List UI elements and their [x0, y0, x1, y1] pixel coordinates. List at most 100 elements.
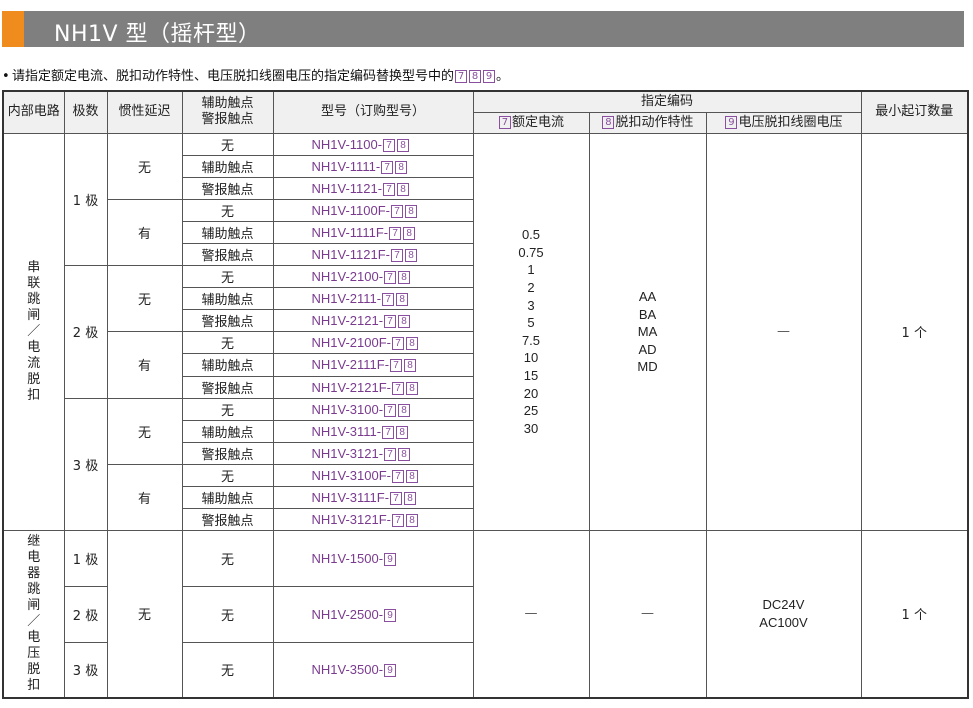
rated-current-value: 7.5	[521, 332, 541, 348]
code-box: 8	[398, 403, 411, 417]
model-number: NH1V-1121F-	[311, 247, 391, 263]
code-box: 9	[384, 608, 397, 622]
code-box: 8	[396, 293, 409, 307]
header-contacts: 辅助触点 警报触点	[181, 90, 274, 134]
contact-cell: 警报触点	[181, 242, 274, 267]
model-number: NH1V-1111F-	[311, 224, 389, 240]
contact-cell: 警报触点	[181, 309, 274, 333]
model-cell: NH1V-2100F- 7 8	[272, 331, 474, 355]
code-box: 8	[397, 182, 410, 196]
header-model: 型号（订购型号）	[272, 90, 474, 134]
rated-current-value: 3	[527, 297, 535, 313]
rated-current-value: 2	[527, 280, 535, 296]
code-box: 9	[483, 70, 496, 83]
trip-value: MD	[637, 359, 658, 375]
code-box: 8	[405, 514, 418, 528]
trip-cell: —	[588, 530, 707, 699]
model-cell: NH1V-1111F- 7 8	[272, 220, 474, 244]
code-box: 8	[397, 138, 410, 152]
model-cell: NH1V-3100F- 7 8	[272, 463, 474, 488]
table-row: 串联跳闸／电流脱扣 1 极无无 NH1V-1100- 7 8 0.5 0.75 1 2 3 5 7.5…	[2, 132, 969, 532]
group-relay-label: 继电器跳闸／电压脱扣	[2, 530, 65, 699]
contact-cell: 辅助触点	[181, 287, 274, 311]
code-box: 8	[469, 70, 482, 83]
model-cell: NH1V-1121F- 7 8	[272, 242, 474, 267]
code-box: 8	[405, 381, 418, 395]
model-cell: NH1V-2100- 7 8	[272, 265, 474, 289]
contact-cell: 辅助触点	[181, 220, 274, 244]
contact-cell: 无	[181, 530, 274, 587]
trip-value: MA	[637, 324, 658, 340]
model-cell: NH1V-1100- 7 8	[272, 132, 474, 156]
code-box: 7	[455, 70, 468, 83]
model-cell: NH1V-3121F- 7 8	[272, 508, 474, 532]
code-box: 7	[390, 492, 403, 506]
code-box: 7	[384, 447, 397, 461]
model-number: NH1V-3111F-	[311, 490, 390, 506]
model-number: NH1V-1121-	[311, 180, 383, 196]
rated-current-value: 0.75	[518, 244, 544, 260]
contact-cell: 辅助触点	[181, 485, 274, 510]
header-min-order: 最小起订数量	[860, 90, 969, 134]
model-number: NH1V-1100F-	[311, 202, 391, 218]
rated-current-cell: —	[472, 530, 590, 699]
code-box: 8	[405, 469, 418, 483]
model-number: NH1V-1500-	[311, 551, 384, 567]
model-cell: NH1V-1111- 7 8	[272, 154, 474, 178]
model-cell: NH1V-2121- 7 8	[272, 309, 474, 333]
code-box: 7	[383, 182, 396, 196]
contact-cell: 无	[181, 397, 274, 421]
header-contacts-line1: 辅助触点	[201, 96, 254, 112]
contact-cell: 警报触点	[181, 176, 274, 200]
header-inertia-delay: 惯性延迟	[106, 90, 183, 134]
model-cell: NH1V-1121- 7 8	[272, 176, 474, 200]
min-order-cell: 1 个	[860, 132, 969, 532]
code-box: 8	[405, 249, 418, 263]
model-number: NH1V-2100-	[311, 269, 384, 285]
instruction-note: • 请指定额定电流、脱扣动作特性、电压脱扣线圈电压的指定编码替换型号中的 7 8 9。	[2, 65, 509, 84]
spec-table: 内部电路 极数 惯性延迟 辅助触点 警报触点 型号（订购型号） 指定编码 最小起订…	[2, 90, 969, 699]
contact-cell: 无	[181, 585, 274, 643]
model-cell: NH1V-2111- 7 8	[272, 287, 474, 311]
bullet-icon: •	[2, 69, 10, 84]
pole-cell: 1 极	[63, 530, 108, 587]
code-box: 7	[391, 381, 404, 395]
pole-cell: 2 极	[63, 265, 108, 399]
contact-cell: 无	[181, 265, 274, 289]
model-cell: NH1V-2111F- 7 8	[272, 353, 474, 377]
pole-cell: 1 极	[63, 132, 108, 267]
model-number: NH1V-2111F-	[311, 357, 390, 373]
contact-cell: 无	[181, 132, 274, 156]
trip-value: AD	[638, 341, 657, 357]
contact-cell: 辅助触点	[181, 419, 274, 443]
code-box: 8	[405, 337, 418, 351]
model-number: NH1V-3111-	[311, 423, 382, 439]
delay-cell: 无	[106, 132, 183, 200]
delay-cell: 有	[106, 331, 183, 399]
code-box: 7	[391, 469, 404, 483]
model-cell: NH1V-1100F- 7 8	[272, 198, 474, 222]
coil-voltage-cell: —	[705, 132, 862, 532]
code-box: 8	[602, 115, 615, 129]
delay-cell: 无	[106, 397, 183, 465]
contact-cell: 无	[181, 331, 274, 355]
group-series-text: 串联跳闸／电流脱扣	[27, 259, 41, 403]
coil-voltage-value: DC24V	[762, 597, 805, 613]
model-number: NH1V-1100-	[311, 136, 383, 152]
model-number: NH1V-3500-	[311, 662, 384, 678]
header-coil-voltage: 9 电压脱扣线圈电压	[705, 111, 862, 134]
model-cell: NH1V-1500- 9	[272, 530, 474, 587]
header-internal-circuit: 内部电路	[2, 90, 65, 134]
table-row: 继电器跳闸／电压脱扣 1 极无无 NH1V-1500- 9— — DC24V AC100V 1…	[2, 530, 969, 699]
model-number: NH1V-1111-	[311, 158, 381, 174]
model-number: NH1V-2121-	[311, 313, 384, 329]
model-number: NH1V-2121F-	[311, 379, 391, 395]
coil-voltage-value: AC100V	[759, 614, 808, 630]
group-series-label: 串联跳闸／电流脱扣	[2, 132, 65, 532]
code-box: 7	[391, 249, 404, 263]
trip-values: AA BA MA AD MD	[588, 132, 707, 532]
model-cell: NH1V-3111- 7 8	[272, 419, 474, 443]
code-box: 7	[382, 293, 395, 307]
contact-cell: 警报触点	[181, 508, 274, 532]
page-title: NH1V 型（摇杆型）	[54, 22, 261, 47]
